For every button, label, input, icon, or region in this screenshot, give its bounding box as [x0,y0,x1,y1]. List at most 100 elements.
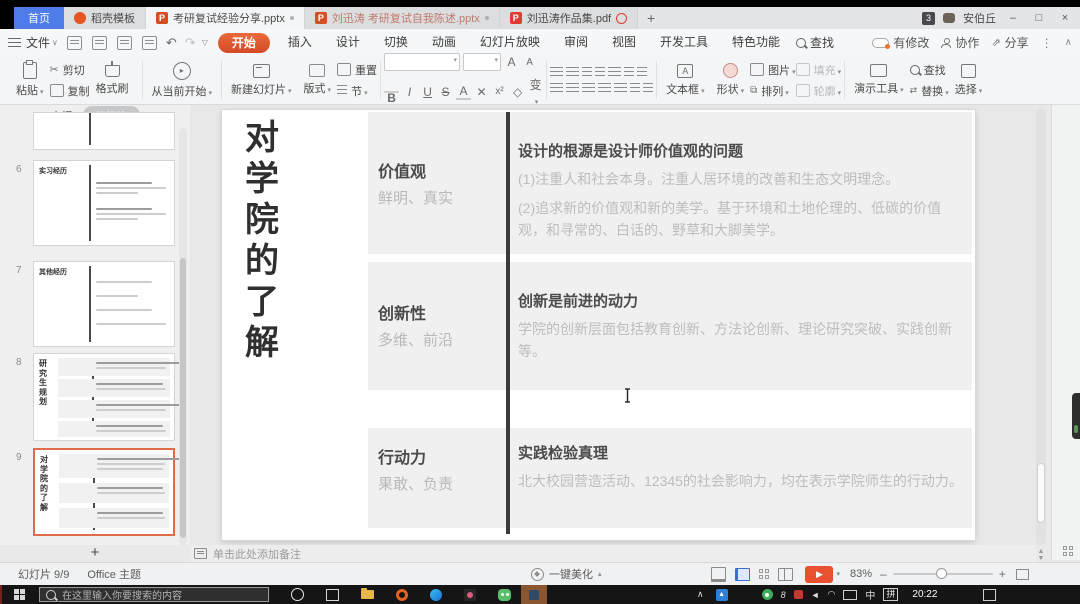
volume-icon[interactable]: ◄ [811,590,820,600]
find-button[interactable]: 查找 [910,62,949,78]
justify-icon[interactable] [598,83,611,94]
zoom-slider[interactable] [893,573,993,575]
theme-name[interactable]: Office 主题 [87,566,141,582]
align-right-icon[interactable] [582,83,595,94]
present-tools-button[interactable]: 演示工具 [848,58,910,102]
increase-font-button[interactable]: A [504,55,519,69]
indent-decrease-icon[interactable] [582,67,592,78]
tray-expand-button[interactable]: ∧ [697,589,704,600]
task-view-button[interactable] [326,589,339,601]
close-button[interactable]: × [1056,12,1074,24]
sidebar-scrollbar[interactable] [179,128,187,545]
section-content-textbox[interactable]: 实践检验真理 北大校园营造活动、12345的社会影响力，均在表示学院师生的行动力… [518,442,966,492]
save-button[interactable] [67,36,82,50]
italic-button[interactable]: I [402,85,417,99]
ribbon-tab-features[interactable]: 特色功能 [720,29,792,56]
fit-screen-icon[interactable] [1016,569,1029,580]
ribbon-tab-view[interactable]: 视图 [600,29,648,56]
zoom-slider-thumb[interactable] [936,568,947,579]
previous-slide-button[interactable]: ▲ [1036,548,1046,555]
canvas-scrollbar[interactable] [1036,108,1046,545]
replace-button[interactable]: ⇄替换 [910,83,949,99]
clock[interactable]: 20:22 [912,589,937,600]
distribute-icon[interactable] [614,83,627,94]
ime-pinyin-button[interactable]: 拼 [883,588,898,601]
font-color-button[interactable]: A [456,84,471,100]
user-name[interactable]: 安伯丘 [963,10,996,26]
ribbon-tab-design[interactable]: 设计 [324,29,372,56]
tray-phone-button[interactable] [762,589,773,600]
tray-app-button[interactable]: ▲ [716,589,728,601]
fill-button[interactable]: 填充 [796,62,842,78]
print-preview-button[interactable] [142,36,157,50]
section-label-textbox[interactable]: 行动力 果敢、负责 [378,444,453,494]
normal-view-icon[interactable] [735,568,750,581]
layout-button[interactable]: 版式 [298,58,338,102]
paste-button[interactable]: 粘贴 [10,58,50,102]
slideshow-play-button[interactable]: ▶ [805,566,833,583]
underline-button[interactable]: U [420,85,435,99]
align-center-icon[interactable] [566,83,579,94]
cut-button[interactable]: ✂剪切 [50,62,90,78]
picture-button[interactable]: 图片 [750,62,796,78]
element-library-icon[interactable] [1063,546,1073,556]
print-button[interactable] [117,36,132,50]
outline-button[interactable]: 轮廓 [796,83,842,99]
ribbon-tab-insert[interactable]: 插入 [276,29,324,56]
format-painter-button[interactable]: 格式刷 [90,58,135,102]
font-family-select[interactable] [384,53,460,71]
tray-red-app-button[interactable] [794,590,803,599]
touch-keyboard-button[interactable] [843,590,857,600]
ime-mode-button[interactable]: 中 [865,587,875,602]
section-content-textbox[interactable]: 设计的根源是设计师价值观的问题 (1)注重人和社会本身。注重人居环境的改善和生态… [518,140,966,241]
ribbon-tab-devtools[interactable]: 开发工具 [648,29,720,56]
reset-button[interactable]: 重置 [337,62,377,78]
cortana-button[interactable] [291,588,304,601]
pinned-app-button[interactable] [464,589,476,601]
next-slide-button[interactable]: ▼ [1036,555,1046,562]
file-menu[interactable]: 文件 [26,34,50,51]
slide-sorter-view-icon[interactable] [759,569,769,579]
redo-button[interactable]: ↷ [185,35,196,51]
active-app-button[interactable] [521,585,547,604]
undo-button[interactable]: ↶ [166,35,177,51]
maximize-button[interactable]: □ [1030,12,1048,24]
bold-button[interactable]: B [384,91,399,93]
hamburger-icon[interactable] [8,38,21,47]
new-slide-button[interactable]: 新建幻灯片 [225,58,298,102]
text-effect-button[interactable]: 变 [528,76,543,107]
home-tab[interactable]: 首页 [14,7,64,29]
more-menu-icon[interactable]: ⋮ [1041,36,1053,50]
export-button[interactable] [92,36,107,50]
shapes-button[interactable]: 形状 [711,58,751,102]
textbox-button[interactable]: A 文本框 [660,58,711,102]
file-explorer-button[interactable] [361,590,374,599]
slide-editor[interactable]: 对学院的了解 价值观 鲜明、真实 设计的根源是设计师价值观的问题 (1)注重人和… [222,110,975,540]
slide-thumbnail-8[interactable]: 研究生规划 [33,353,175,441]
ribbon-tab-slideshow[interactable]: 幻灯片放映 [468,29,552,56]
font-size-select[interactable] [463,53,501,71]
tab-docer-template[interactable]: 稻壳模板 [64,7,146,29]
browser-app-button[interactable] [396,589,408,601]
notes-bar[interactable]: 单击此处添加备注 [190,545,1036,562]
clear-format-button[interactable]: ✕ [474,85,489,99]
start-button[interactable] [14,589,25,600]
wechat-button[interactable] [498,589,511,601]
bluetooth-icon[interactable]: 8 [781,590,786,600]
decrease-font-button[interactable]: A [522,57,537,68]
strikethrough-button[interactable]: S [438,85,453,99]
taskbar-search-input[interactable]: 在这里输入你要搜索的内容 [39,587,269,602]
floating-widget[interactable] [1072,393,1080,439]
member-icon[interactable] [943,13,955,23]
tab-document-3[interactable]: P 刘迅涛作品集.pdf [500,7,638,29]
bullets-icon[interactable] [550,67,563,78]
arrange-button[interactable]: ⧉排列 [750,83,796,99]
slide-thumbnail-partial[interactable] [33,112,175,150]
slide-thumbnail-9-selected[interactable]: 对学院的了解 [33,448,175,536]
quickbar-caret-icon[interactable]: ▽ [202,38,208,47]
edge-button[interactable] [430,589,442,601]
section-button[interactable]: 节 [337,83,377,99]
select-button[interactable]: 选择 [949,58,989,102]
message-count-badge[interactable]: 3 [922,12,935,25]
ribbon-tab-transition[interactable]: 切换 [372,29,420,56]
